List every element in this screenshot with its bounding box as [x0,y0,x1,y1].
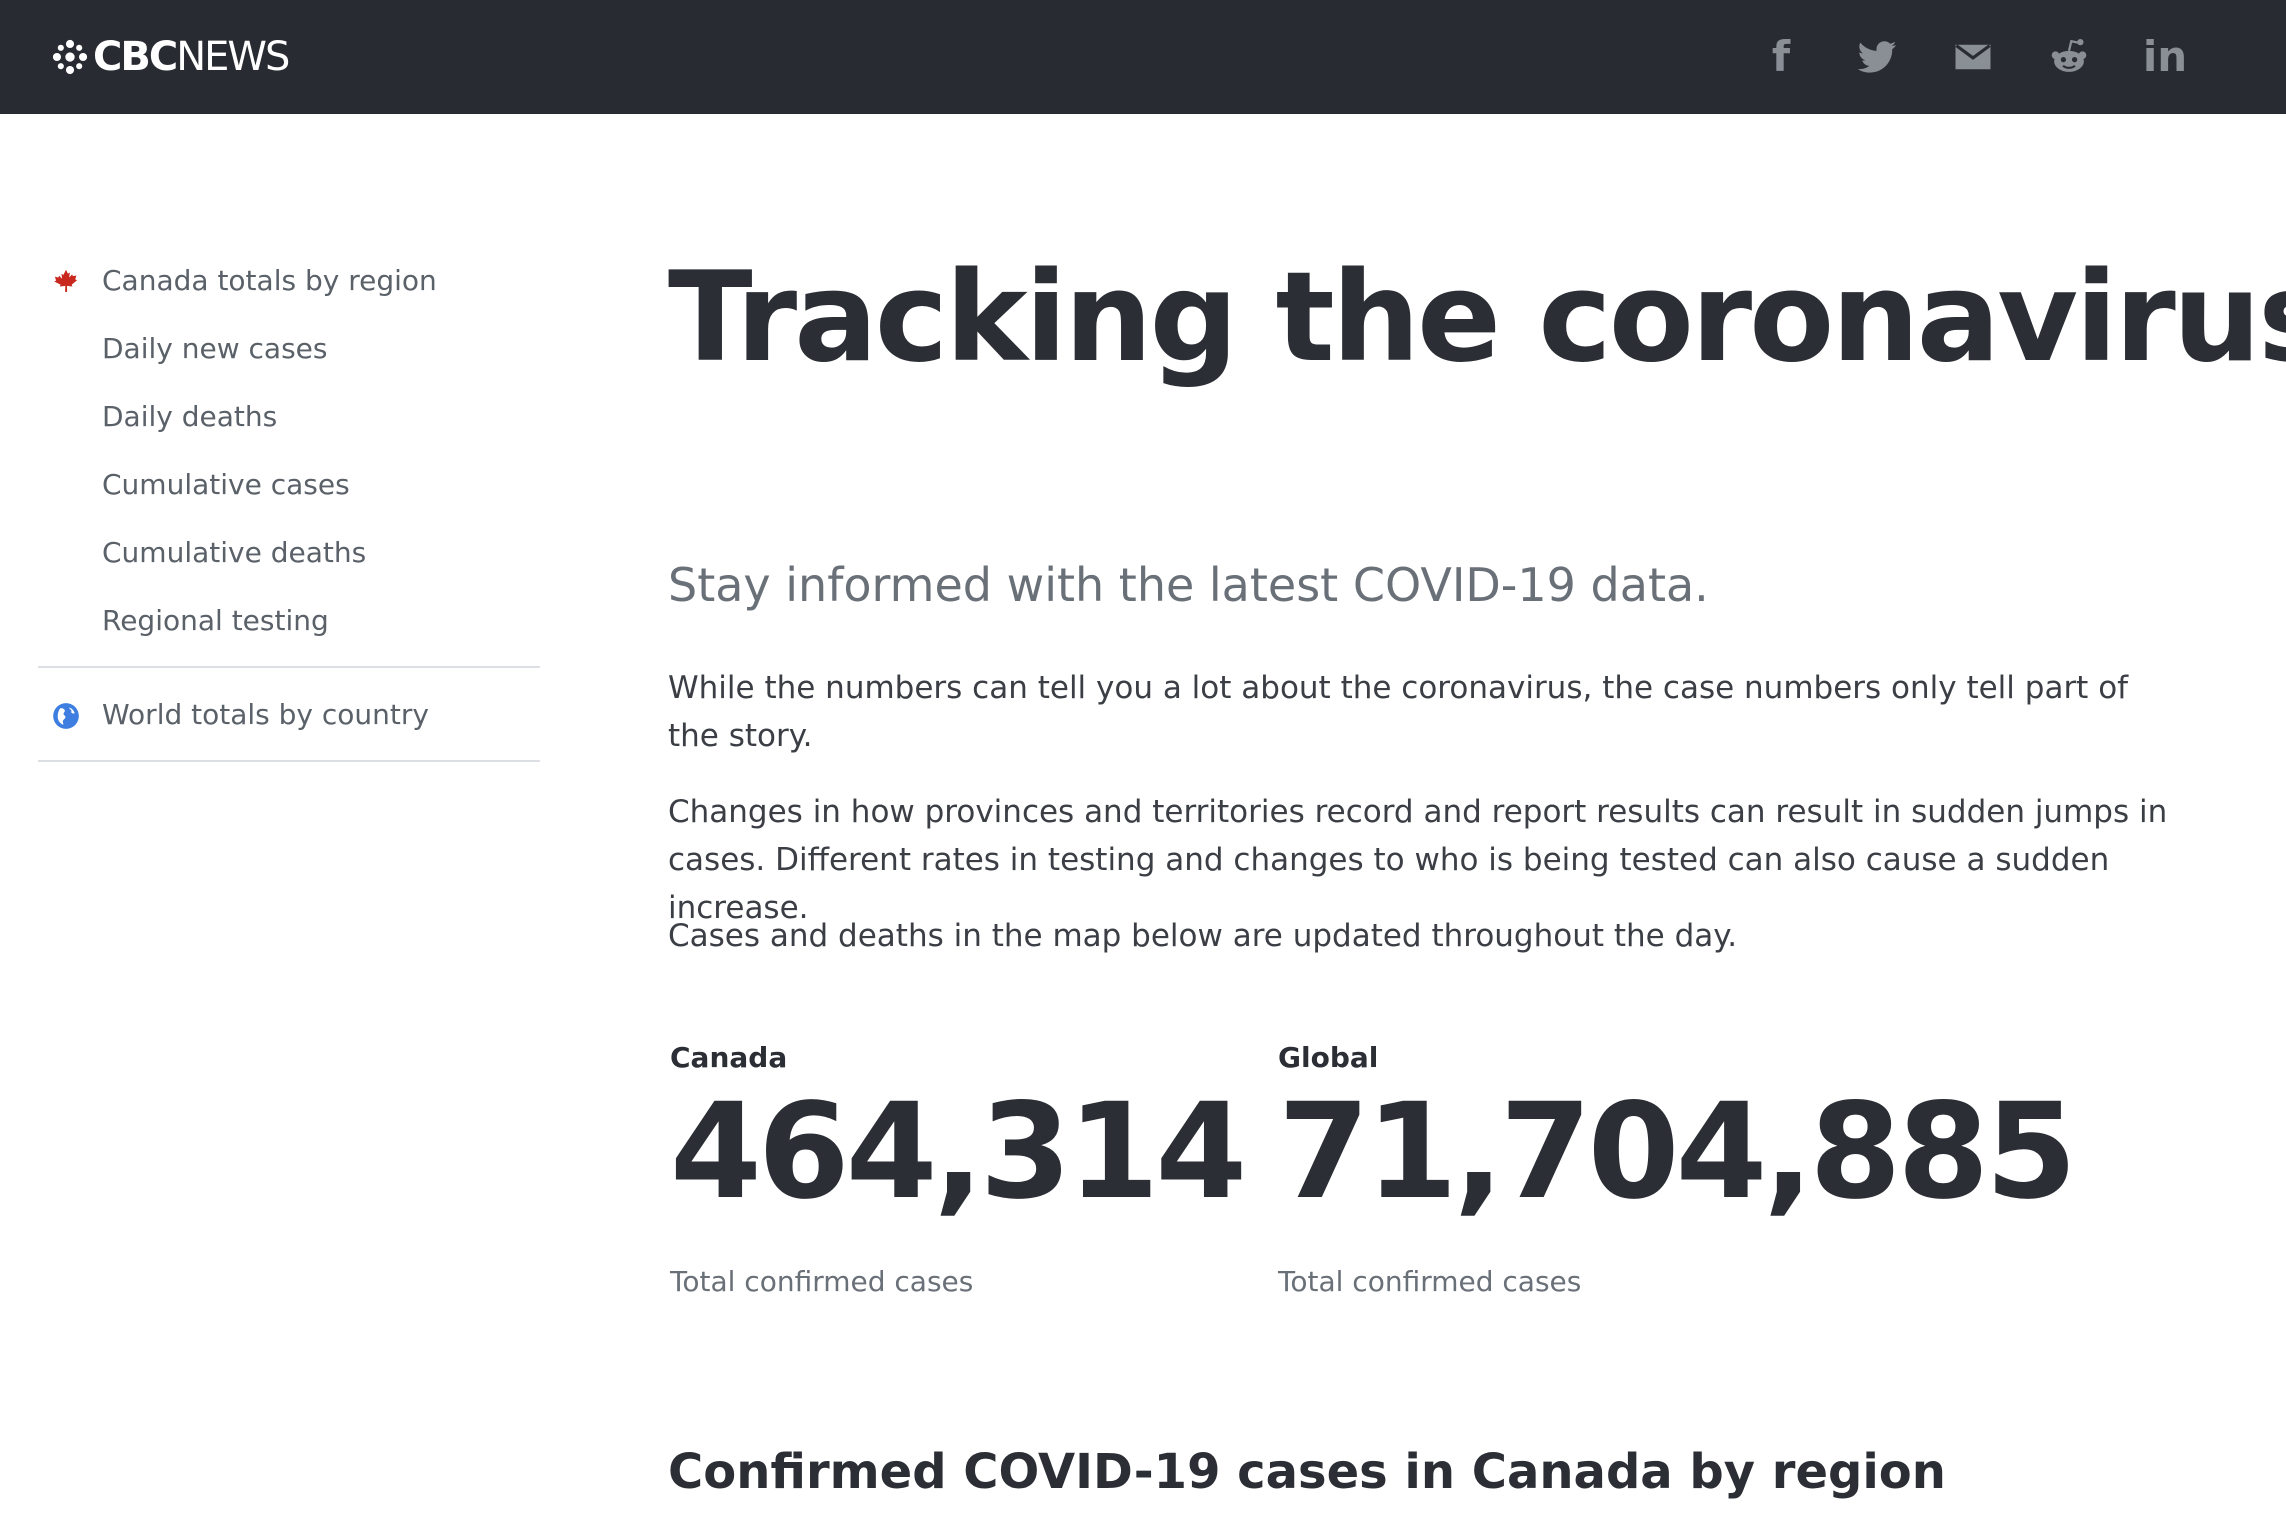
sidebar-divider [38,666,540,668]
nav-label: Canada totals by region [102,263,437,297]
cbc-gem-icon [52,39,88,75]
linkedin-icon: in [2142,32,2188,81]
nav-label: World totals by country [102,697,429,731]
intro-paragraph: Changes in how provinces and territories… [668,794,2168,926]
nav-label: Cumulative cases [102,467,350,501]
nav-item-daily-deaths[interactable]: Daily deaths [38,382,540,450]
linkedin-share-button[interactable]: in [2142,34,2188,80]
logo-news: NEWS [176,34,290,80]
twitter-icon [1857,41,1897,73]
nav-item-cumulative-cases[interactable]: Cumulative cases [38,450,540,518]
reddit-icon [2051,38,2087,72]
sidebar-nav: Canada totals by region Daily new cases … [38,246,540,774]
nav-item-regional-testing[interactable]: Regional testing [38,586,540,654]
stat-label: Global [1278,1041,1379,1074]
nav-item-cumulative-deaths[interactable]: Cumulative deaths [38,518,540,586]
section-heading: Confirmed COVID-19 cases in Canada by re… [668,1444,1946,1500]
stat-label: Canada [670,1041,788,1074]
twitter-share-button[interactable] [1854,34,1900,80]
nav-item-world-totals[interactable]: World totals by country [38,680,540,748]
page-subtitle: Stay informed with the latest COVID-19 d… [668,558,1709,612]
intro-paragraph: Cases and deaths in the map below are up… [668,918,1738,954]
stat-global: Global 71,704,885 Total confirmed cases [1278,1036,2077,1302]
email-share-button[interactable] [1950,34,1996,80]
logo-cbc: CBC [93,34,178,80]
nav-item-daily-new-cases[interactable]: Daily new cases [38,314,540,382]
stat-value: 71,704,885 [1278,1075,2077,1229]
nav-label: Regional testing [102,603,329,637]
top-bar: CBCNEWS f in [0,0,2286,114]
email-icon [1955,44,1991,70]
facebook-share-button[interactable]: f [1758,34,1804,80]
page-title: Tracking the coronavirus [668,246,2286,390]
stat-canada: Canada 464,314 Total confirmed cases [670,1036,1247,1302]
maple-leaf-icon [54,269,78,292]
sidebar-divider [38,760,540,762]
stat-caption: Total confirmed cases [670,1265,974,1298]
nav-item-canada-totals[interactable]: Canada totals by region [38,246,540,314]
logo-text: CBCNEWS [93,34,290,80]
globe-icon [53,703,79,729]
nav-label: Daily new cases [102,331,328,365]
stat-caption: Total confirmed cases [1278,1265,1582,1298]
cbc-news-logo[interactable]: CBCNEWS [52,34,290,80]
facebook-icon: f [1771,32,1791,81]
nav-label: Cumulative deaths [102,535,367,569]
nav-label: Daily deaths [102,399,278,433]
reddit-share-button[interactable] [2046,34,2092,80]
intro-paragraph: While the numbers can tell you a lot abo… [668,670,2129,754]
stat-value: 464,314 [670,1075,1247,1229]
